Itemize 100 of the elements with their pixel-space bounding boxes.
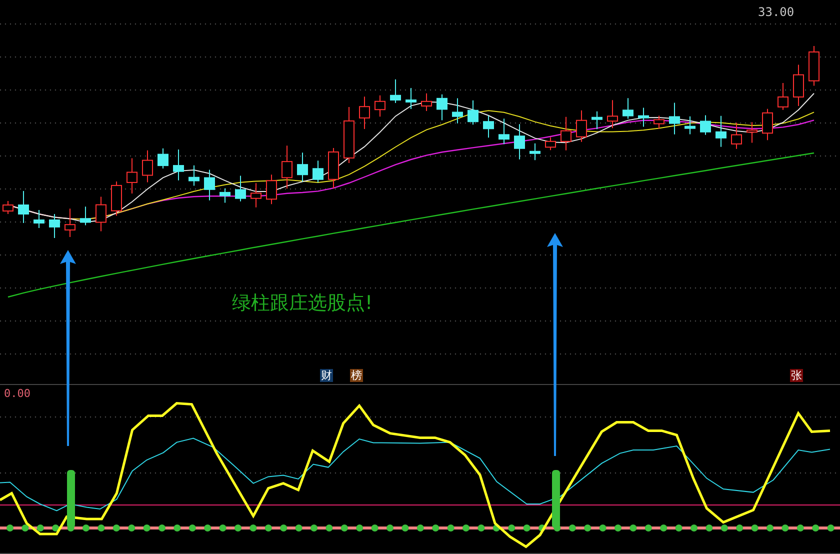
candlestick bbox=[312, 160, 324, 183]
candlestick bbox=[716, 115, 726, 148]
price-high-label: 33.00 bbox=[758, 5, 794, 19]
baseline-dot bbox=[356, 524, 364, 532]
baseline-dot bbox=[143, 524, 150, 532]
candlestick bbox=[344, 106, 354, 164]
candlestick bbox=[328, 147, 339, 189]
candlestick bbox=[96, 196, 106, 232]
candlestick bbox=[49, 214, 60, 238]
event-marker[interactable]: 财 bbox=[320, 369, 333, 382]
candlestick bbox=[530, 142, 540, 161]
candlestick bbox=[746, 122, 758, 144]
candlestick bbox=[80, 206, 91, 226]
candlestick bbox=[468, 100, 478, 126]
baseline-dot bbox=[644, 524, 652, 532]
baseline-dot bbox=[6, 524, 14, 532]
candlestick bbox=[235, 175, 246, 202]
baseline-dot bbox=[462, 524, 470, 532]
candlestick bbox=[374, 94, 386, 118]
candlestick bbox=[638, 107, 649, 128]
baseline-dot bbox=[614, 524, 622, 532]
candlestick bbox=[297, 152, 308, 182]
candlestick bbox=[406, 88, 416, 110]
candlestick bbox=[188, 164, 200, 186]
baseline-dot bbox=[720, 524, 728, 532]
baseline-dot bbox=[188, 524, 196, 532]
arrow-icon bbox=[547, 233, 563, 456]
candlestick bbox=[483, 115, 494, 138]
candlestick bbox=[808, 45, 820, 86]
candlestick bbox=[654, 115, 664, 130]
baseline-dot bbox=[386, 524, 394, 532]
baseline-dot bbox=[478, 524, 485, 532]
candlestick bbox=[560, 116, 572, 151]
baseline-dot bbox=[128, 524, 136, 532]
baseline-dot bbox=[599, 524, 606, 532]
candlestick bbox=[436, 94, 448, 121]
candlestick bbox=[576, 110, 587, 142]
candlestick bbox=[498, 118, 510, 145]
baseline-dot bbox=[416, 524, 424, 532]
baseline-dot bbox=[204, 524, 212, 532]
baseline-dot bbox=[538, 524, 546, 532]
baseline-dot bbox=[492, 524, 500, 532]
baseline-dot bbox=[827, 524, 834, 532]
arrow-icon bbox=[60, 250, 76, 446]
baseline-dot bbox=[326, 524, 333, 532]
baseline-dot bbox=[782, 524, 789, 532]
candlestick bbox=[731, 122, 742, 150]
candlestick bbox=[64, 208, 76, 238]
candlestick bbox=[545, 136, 556, 151]
candlestick bbox=[220, 188, 230, 204]
event-marker[interactable]: 榜 bbox=[350, 369, 363, 382]
baseline-dot bbox=[280, 524, 288, 532]
baseline-dot bbox=[706, 524, 713, 532]
baseline-dot bbox=[796, 524, 804, 532]
baseline-dot bbox=[584, 524, 592, 532]
baseline-dot bbox=[219, 524, 226, 532]
signal-bar bbox=[67, 470, 75, 528]
candlestick bbox=[700, 114, 711, 136]
baseline-dot bbox=[22, 524, 29, 532]
baseline-dot bbox=[36, 524, 44, 532]
candlestick bbox=[126, 158, 138, 194]
baseline-dot bbox=[310, 524, 318, 532]
baseline-dot bbox=[736, 524, 744, 532]
baseline-dot bbox=[158, 524, 166, 532]
baseline-dot bbox=[630, 524, 637, 532]
candlestick bbox=[762, 108, 773, 141]
candlestick bbox=[158, 148, 168, 170]
signal-bar bbox=[552, 470, 560, 528]
baseline-dot bbox=[371, 524, 378, 532]
candlestick bbox=[390, 78, 401, 104]
baseline-dot bbox=[568, 524, 576, 532]
baseline-dot bbox=[690, 524, 698, 532]
candlestick bbox=[173, 149, 184, 181]
event-marker[interactable]: 张 bbox=[790, 369, 803, 382]
baseline-dot bbox=[447, 524, 454, 532]
baseline-dot bbox=[174, 524, 181, 532]
baseline-dot bbox=[660, 524, 668, 532]
candlestick bbox=[669, 102, 680, 135]
baseline-dot bbox=[812, 524, 820, 532]
candlestick bbox=[266, 174, 277, 205]
candlestick bbox=[142, 150, 153, 183]
candlestick bbox=[514, 124, 525, 160]
candlestick bbox=[684, 116, 696, 135]
candlestick bbox=[452, 98, 463, 124]
candlestick bbox=[111, 180, 122, 216]
baseline-dot bbox=[402, 524, 409, 532]
candlestick bbox=[421, 92, 432, 112]
candlestick bbox=[2, 200, 14, 214]
candlestick bbox=[250, 182, 262, 208]
baseline-dot bbox=[112, 524, 120, 532]
candlestick bbox=[607, 100, 618, 129]
candlestick bbox=[793, 64, 804, 106]
candlestick bbox=[204, 169, 215, 201]
baseline-dot bbox=[766, 524, 774, 532]
annotation-text: 绿柱跟庄选股点! bbox=[232, 291, 373, 316]
baseline-dot bbox=[523, 524, 530, 532]
zero-axis-label: 0.00 bbox=[4, 387, 30, 400]
baseline-dot bbox=[432, 524, 440, 532]
baseline-dot bbox=[675, 524, 682, 532]
baseline-dot bbox=[295, 524, 302, 532]
